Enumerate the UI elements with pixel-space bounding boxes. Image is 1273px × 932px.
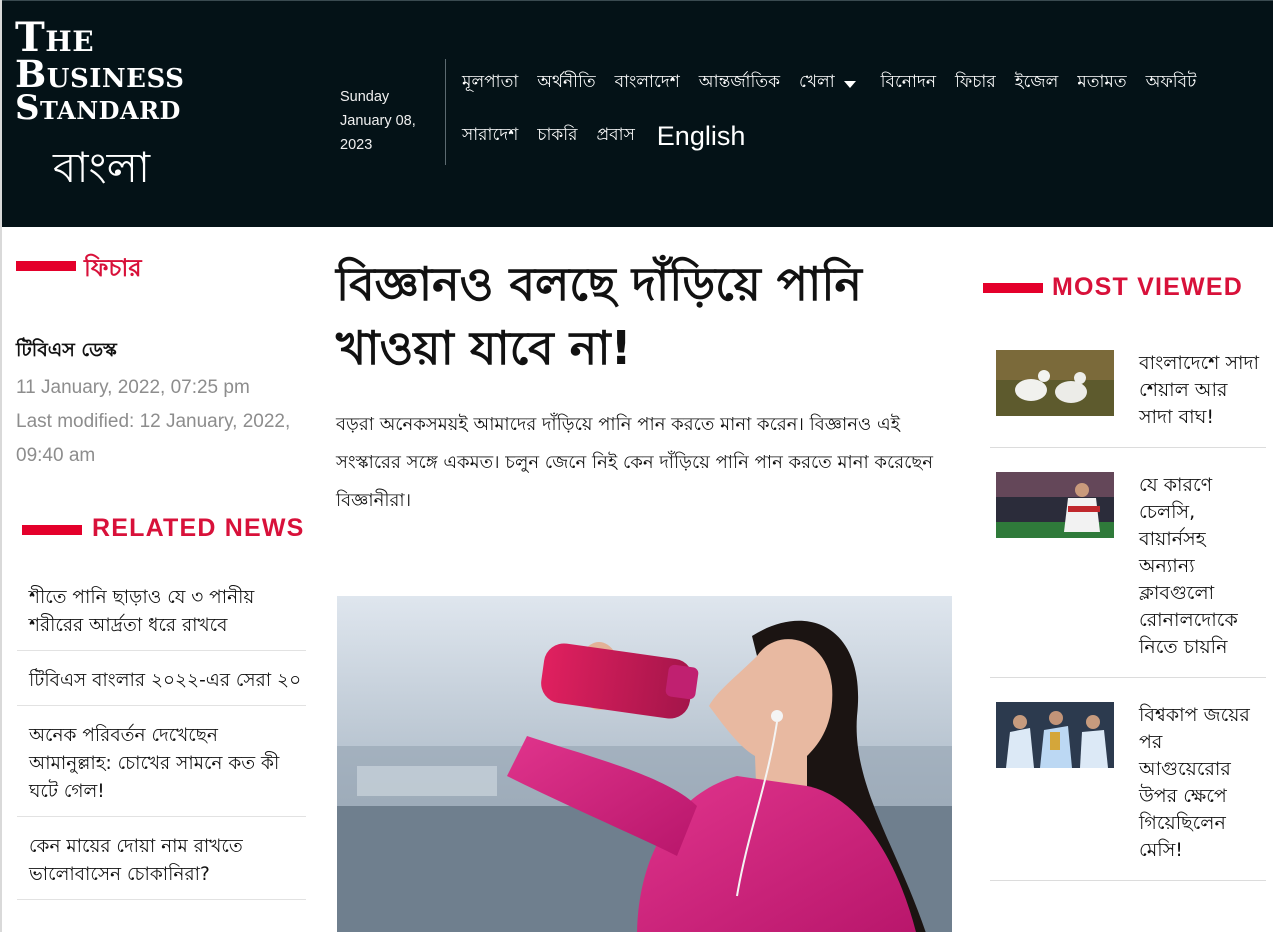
site-header: The Business Standard বাংলা Sunday Janua…	[2, 0, 1273, 227]
nav-row-1: মূলপাতা অর্থনীতি বাংলাদেশ আন্তর্জাতিক খে…	[462, 63, 1262, 103]
section-accent-bar	[16, 261, 76, 271]
most-viewed-title-text: যে কারণে চেলসি, বায়ার্নসহ অন্যান্য ক্লা…	[1139, 474, 1238, 658]
nav-item-sports-label: খেলা	[798, 72, 835, 92]
site-logo[interactable]: The Business Standard বাংলা	[15, 18, 245, 199]
date-month-day: January 08,	[340, 113, 416, 129]
date-day: Sunday	[340, 89, 390, 105]
nav-item-english[interactable]: English	[657, 121, 746, 152]
article-summary: বড়রা অনেকসময়ই আমাদের দাঁড়িয়ে পানি পা…	[336, 414, 934, 511]
nav-item-opinion[interactable]: মতামত	[1077, 69, 1126, 97]
article-meta: 11 January, 2022, 07:25 pm Last modified…	[16, 371, 316, 473]
page: The Business Standard বাংলা Sunday Janua…	[0, 0, 1273, 932]
thumbnail-trophy-celebration	[996, 702, 1114, 768]
nav-item-feature[interactable]: ফিচার	[955, 69, 996, 97]
related-news-item[interactable]: কেন মায়ের দোয়া নাম রাখতে ভালোবাসেন চোক…	[17, 829, 306, 900]
hero-photo-woman-drinking	[337, 596, 952, 932]
nav-item-bangladesh[interactable]: বাংলাদেশ	[615, 69, 680, 97]
nav-item-economy[interactable]: অর্থনীতি	[537, 69, 595, 97]
nav-item-countrywide[interactable]: সারাদেশ	[462, 122, 518, 150]
nav-item-home[interactable]: মূলপাতা	[462, 69, 518, 97]
nav-item-offbeat[interactable]: অফবিট	[1146, 69, 1197, 97]
date-year: 2023	[340, 137, 373, 153]
hero-image	[337, 596, 952, 932]
thumbnail-white-fox	[996, 350, 1114, 416]
related-accent-bar	[22, 525, 82, 535]
nav-item-international[interactable]: আন্তর্জাতিক	[699, 69, 780, 97]
most-viewed-accent-bar	[983, 283, 1043, 293]
author-name[interactable]: টিবিএস ডেস্ক	[16, 336, 117, 368]
nav-item-expat[interactable]: প্রবাস	[596, 122, 634, 150]
most-viewed-list: বাংলাদেশে সাদা শেয়াল আর সাদা বাঘ! যে কা…	[990, 340, 1266, 895]
most-viewed-item[interactable]: যে কারণে চেলসি, বায়ার্নসহ অন্যান্য ক্লা…	[990, 462, 1266, 678]
most-viewed-title-text: বিশ্বকাপ জয়ের পর আগুয়েরোর উপর ক্ষেপে গ…	[1139, 704, 1250, 861]
thumbnail-footballer	[996, 472, 1114, 538]
related-news-list: শীতে পানি ছাড়াও যে ৩ পানীয় শরীরের আর্দ…	[17, 580, 306, 912]
related-news-item[interactable]: শীতে পানি ছাড়াও যে ৩ পানীয় শরীরের আর্দ…	[17, 580, 306, 651]
most-viewed-item[interactable]: বাংলাদেশে সাদা শেয়াল আর সাদা বাঘ!	[990, 340, 1266, 448]
section-label-feature[interactable]: ফিচার	[84, 250, 142, 290]
most-viewed-item[interactable]: বিশ্বকাপ জয়ের পর আগুয়েরোর উপর ক্ষেপে গ…	[990, 692, 1266, 881]
related-news-title: RELATED NEWS	[92, 514, 305, 542]
nav-item-sports[interactable]: খেলা	[799, 69, 856, 97]
logo-line-3: Standard	[15, 88, 181, 128]
most-viewed-title-text: বাংলাদেশে সাদা শেয়াল আর সাদা বাঘ!	[1139, 352, 1260, 428]
logo-bangla: বাংলা	[53, 143, 151, 192]
header-date: Sunday January 08, 2023	[340, 85, 435, 157]
caret-down-icon	[843, 80, 856, 88]
most-viewed-title: MOST VIEWED	[1052, 273, 1243, 301]
article-headline: বিজ্ঞানও বলছে দাঁড়িয়ে পানি খাওয়া যাবে…	[336, 257, 862, 375]
modified-date: Last modified: 12 January, 2022, 09:40 a…	[16, 411, 291, 466]
related-news-item[interactable]: অনেক পরিবর্তন দেখেছেন আমানুল্লাহ: চোখের …	[17, 718, 306, 817]
published-date: 11 January, 2022, 07:25 pm	[16, 377, 250, 398]
nav-item-easel[interactable]: ইজেল	[1015, 69, 1059, 97]
main-nav: মূলপাতা অর্থনীতি বাংলাদেশ আন্তর্জাতিক খে…	[462, 63, 1262, 169]
header-divider	[445, 59, 446, 165]
nav-row-2: সারাদেশ চাকরি প্রবাস English	[462, 116, 1262, 156]
related-news-item[interactable]: টিবিএস বাংলার ২০২২-এর সেরা ২০	[17, 663, 306, 706]
nav-item-entertainment[interactable]: বিনোদন	[881, 69, 936, 97]
nav-item-jobs[interactable]: চাকরি	[537, 122, 577, 150]
